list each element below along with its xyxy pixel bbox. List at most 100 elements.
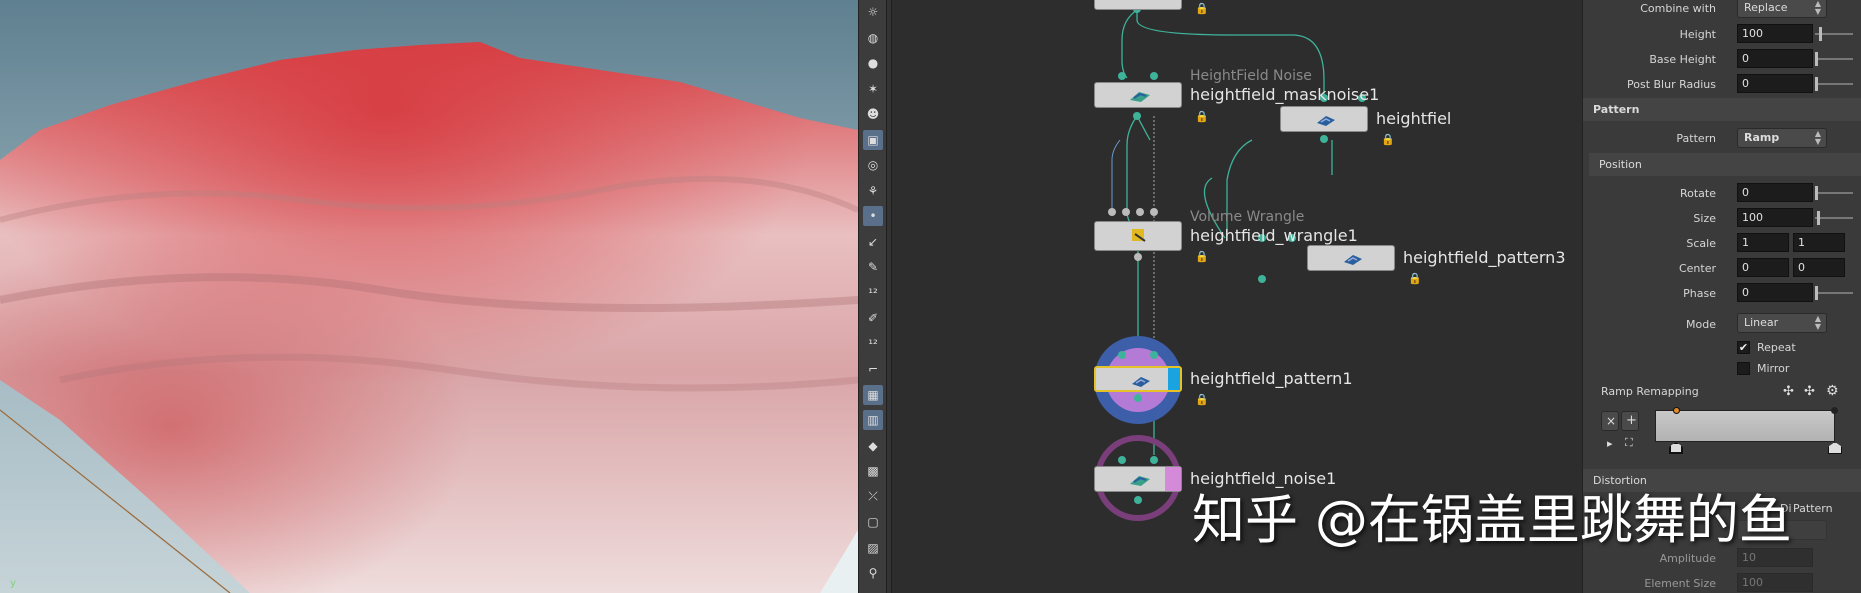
line-icon[interactable]: ↙ <box>863 232 883 252</box>
brush-icon[interactable]: ✐ <box>863 308 883 328</box>
skull-light-icon[interactable]: ☻ <box>863 104 883 124</box>
phase-slider-handle[interactable] <box>1815 286 1818 300</box>
lock-icon[interactable]: 🔒 <box>1381 133 1395 146</box>
distortion-section-header[interactable]: Distortion <box>1583 469 1861 492</box>
updown-arrow-icon: ▲ ▼ <box>1814 129 1821 146</box>
ramp-settings-gear-icon[interactable]: ⚙ <box>1826 383 1839 399</box>
ramp-play-icon[interactable]: ▸ <box>1607 437 1613 450</box>
image-icon[interactable]: ▨ <box>863 538 883 558</box>
center-y-field[interactable]: 0 <box>1793 258 1845 277</box>
node-name-label[interactable]: heightfiel <box>1376 109 1451 128</box>
ramp-add-key-button[interactable]: + <box>1621 411 1639 431</box>
ramp-remapping-label: Ramp Remapping <box>1601 385 1699 398</box>
node-heightfield-noise1[interactable] <box>1094 466 1182 492</box>
box-icon[interactable]: ▩ <box>863 461 883 481</box>
scale-y-field[interactable]: 1 <box>1793 233 1845 252</box>
terrain-render <box>0 42 858 593</box>
node-heightfield-pattern3[interactable] <box>1307 245 1395 271</box>
mirror-checkbox[interactable] <box>1737 362 1750 375</box>
viewport-toolbar: ☼ ◍ ● ✶ ☻ ▣ ◎ ⚘ • ↙ ✎ ¹² ✐ ¹² ⌐ ▦ ▥ ◆ ▩ ⤫ ▢ ▨ ⚲ <box>858 0 886 593</box>
ramp-move-right-icon[interactable]: ✣ <box>1804 384 1815 399</box>
template-flag[interactable] <box>1165 467 1181 491</box>
ramp-key-end[interactable] <box>1831 407 1838 414</box>
grid-icon[interactable]: ▥ <box>863 410 883 430</box>
node-heightfield-pattern1[interactable] <box>1094 366 1182 392</box>
repeat-checkbox[interactable]: ✔ <box>1737 341 1750 354</box>
rotate-field[interactable]: 0 <box>1737 183 1813 202</box>
corner-icon[interactable]: ⌐ <box>863 359 883 379</box>
pattern-section-header[interactable]: Pattern <box>1583 98 1861 121</box>
heightfield-pattern-icon <box>1132 377 1150 387</box>
phase-field[interactable]: 0 <box>1737 283 1813 302</box>
scale-x-field[interactable]: 1 <box>1737 233 1789 252</box>
sphere-icon[interactable]: ◍ <box>863 28 883 48</box>
size-slider-handle[interactable] <box>1817 211 1820 225</box>
camera-icon[interactable]: ▣ <box>863 129 883 150</box>
post-blur-slider[interactable] <box>1815 83 1853 85</box>
element-size-label: Element Size <box>1644 577 1716 590</box>
phase-label: Phase <box>1683 287 1716 300</box>
node-name-label[interactable]: heightfield_pattern3 <box>1403 248 1566 267</box>
lock-icon[interactable]: 🔒 <box>1195 2 1209 15</box>
square-icon[interactable]: ▢ <box>863 512 883 532</box>
ramp-key-start[interactable] <box>1673 407 1680 414</box>
phase-slider[interactable] <box>1815 292 1853 294</box>
light-icon[interactable]: ☼ <box>863 2 883 22</box>
center-x-field[interactable]: 0 <box>1737 258 1789 277</box>
position-section-header[interactable]: Position <box>1589 153 1861 176</box>
wedge-icon[interactable]: ▦ <box>863 384 883 405</box>
height-slider-handle[interactable] <box>1819 27 1822 41</box>
network-editor[interactable]: 🔒 HeightField Noise heightfield_masknois… <box>892 0 1582 593</box>
diamond-icon[interactable]: ◆ <box>863 436 883 456</box>
count-12-icon[interactable]: ¹² <box>863 283 883 303</box>
base-height-field[interactable]: 0 <box>1737 49 1813 68</box>
pin-icon[interactable]: ⚲ <box>863 563 883 583</box>
mode-dropdown[interactable]: Linear ▲ ▼ <box>1737 313 1827 333</box>
split-icon[interactable]: ⤫ <box>863 487 883 507</box>
ramp-remove-key-button[interactable]: × <box>1601 411 1619 431</box>
distortion-dropdown[interactable] <box>1737 520 1827 540</box>
spot-light-icon[interactable]: ✶ <box>863 79 883 99</box>
node-heightfield-wrangle1[interactable] <box>1094 221 1182 251</box>
node-top-partial[interactable] <box>1094 0 1182 10</box>
ramp-marker-start[interactable] <box>1669 442 1683 454</box>
node-name-label[interactable]: heightfield_noise1 <box>1190 469 1336 488</box>
size-field[interactable]: 100 <box>1737 208 1813 227</box>
parameter-pane: Combine with Replace ▲ ▼ Height 100 Base H… <box>1582 0 1861 593</box>
base-height-slider[interactable] <box>1815 58 1853 60</box>
ramp-move-left-icon[interactable]: ✣ <box>1783 384 1794 399</box>
node-name-label[interactable]: heightfield_wrangle1 <box>1190 226 1358 245</box>
display-flag[interactable] <box>1168 368 1180 390</box>
node-name-label[interactable]: heightfield_masknoise1 <box>1190 85 1379 104</box>
element-size-field[interactable]: 100 <box>1737 573 1813 592</box>
scene-viewport[interactable]: y <box>0 0 858 593</box>
ramp-marker-end[interactable] <box>1828 442 1842 454</box>
lock-icon[interactable]: 🔒 <box>1195 393 1209 406</box>
lock-icon[interactable]: 🔒 <box>1195 110 1209 123</box>
amplitude-field[interactable]: 10 <box>1737 548 1813 567</box>
rotate-slider-handle[interactable] <box>1815 186 1818 200</box>
bulb-icon[interactable]: ● <box>863 53 883 73</box>
ramp-curve-editor[interactable] <box>1655 410 1835 442</box>
lock-icon[interactable]: 🔒 <box>1195 250 1209 263</box>
base-height-slider-handle[interactable] <box>1815 52 1818 66</box>
rotate-slider[interactable] <box>1815 192 1853 194</box>
dot-icon[interactable]: • <box>863 206 883 226</box>
ramp-fit-icon[interactable]: ⛶ <box>1625 436 1633 450</box>
node-heightfield-masknoise1[interactable] <box>1094 82 1182 108</box>
node-type-label: HeightField Noise <box>1190 68 1312 84</box>
height-field[interactable]: 100 <box>1737 24 1813 43</box>
pattern-dropdown[interactable]: Ramp ▲ ▼ <box>1737 128 1827 148</box>
lock-icon[interactable]: 🔒 <box>1408 272 1422 285</box>
eye-icon[interactable]: ◎ <box>863 155 883 175</box>
post-blur-slider-handle[interactable] <box>1815 77 1818 91</box>
paint-icon[interactable]: ✎ <box>863 257 883 277</box>
node-name-label[interactable]: heightfield_pattern1 <box>1190 369 1353 388</box>
node-heightfield-pattern-right[interactable] <box>1280 106 1368 132</box>
count-12b-icon[interactable]: ¹² <box>863 334 883 354</box>
houdini-window: y ☼ ◍ ● ✶ ☻ ▣ ◎ ⚘ • ↙ ✎ ¹² ✐ ¹² ⌐ ▦ ▥ ◆ ▩ ⤫ ▢ ▨ ⚲ <box>0 0 1861 593</box>
post-blur-field[interactable]: 0 <box>1737 74 1813 93</box>
size-slider[interactable] <box>1815 217 1853 219</box>
combine-with-dropdown[interactable]: Replace ▲ ▼ <box>1737 0 1827 18</box>
rig-icon[interactable]: ⚘ <box>863 181 883 201</box>
